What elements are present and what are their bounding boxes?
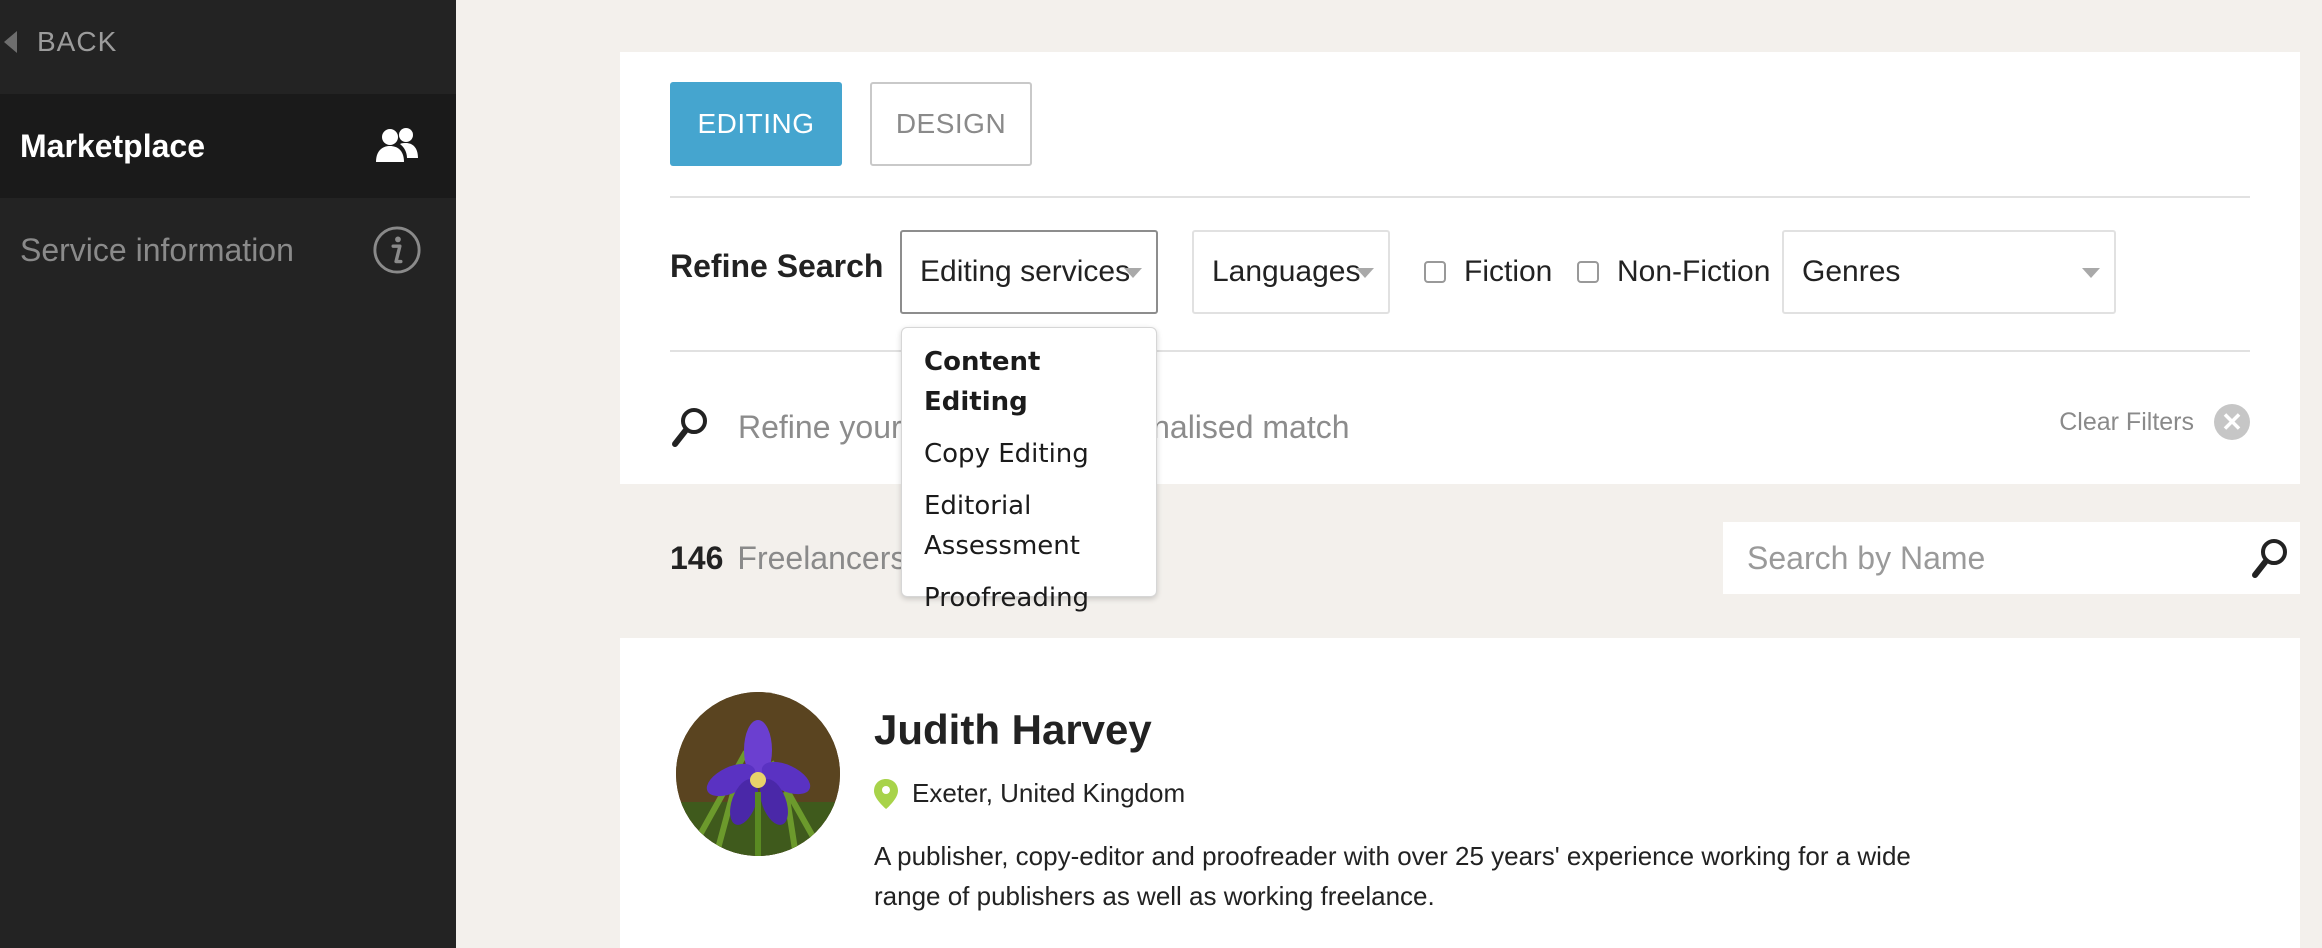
checkbox-box[interactable]: [1577, 261, 1599, 283]
checkbox-label: Non-Fiction: [1617, 255, 1771, 288]
languages-select[interactable]: Languages: [1192, 230, 1390, 314]
checkbox-box[interactable]: [1424, 261, 1446, 283]
checkbox-label: Fiction: [1464, 255, 1553, 288]
select-value: Genres: [1802, 255, 1901, 288]
search-icon[interactable]: [2250, 536, 2290, 580]
menu-item-copy-editing[interactable]: Copy Editing: [902, 434, 1156, 474]
select-value: Languages: [1212, 255, 1361, 288]
users-icon: [372, 121, 422, 171]
results-count-number: 146: [670, 540, 724, 576]
close-icon: ✕: [2214, 404, 2250, 440]
fiction-checkbox[interactable]: Fiction: [1424, 230, 1552, 314]
filter-panel: EDITING DESIGN Refine Search Editing ser…: [620, 52, 2300, 484]
tab-design[interactable]: DESIGN: [870, 82, 1032, 166]
editing-services-menu: Content Editing Copy Editing Editorial A…: [901, 327, 1157, 613]
freelancer-description: A publisher, copy-editor and proofreader…: [874, 841, 1911, 911]
sidebar: BACK Marketplace Service information: [0, 0, 456, 948]
divider: [670, 196, 2250, 198]
name-search-placeholder: Search by Name: [1747, 539, 1986, 576]
chevron-down-icon: [1124, 268, 1142, 278]
sidebar-item-label: Service information: [20, 231, 294, 268]
sidebar-item-service-information[interactable]: Service information: [0, 198, 456, 302]
back-label: BACK: [37, 26, 118, 57]
non-fiction-checkbox[interactable]: Non-Fiction: [1577, 230, 1770, 314]
clear-filters-label: Clear Filters: [2059, 407, 2194, 436]
location-label: Exeter, United Kingdom: [912, 778, 1186, 808]
search-placeholder-left: Refine your: [738, 408, 902, 445]
back-caret-icon: [4, 31, 17, 53]
search-icon: [670, 405, 710, 449]
search-by-name-input[interactable]: Search by Name: [1723, 522, 2300, 594]
genres-select[interactable]: Genres: [1782, 230, 2116, 314]
freelancer-name[interactable]: Judith Harvey: [874, 706, 1152, 754]
refine-search-label: Refine Search: [670, 248, 884, 284]
menu-item-editorial-assessment[interactable]: Editorial Assessment: [902, 486, 1102, 566]
avatar[interactable]: [676, 692, 840, 856]
clear-filters-button[interactable]: Clear Filters ✕: [2059, 404, 2250, 440]
sidebar-item-label: Marketplace: [20, 127, 205, 164]
sidebar-item-marketplace[interactable]: Marketplace: [0, 94, 456, 198]
freelancer-location: Exeter, United Kingdom: [874, 778, 1185, 809]
info-icon: [372, 225, 422, 275]
menu-item-proofreading[interactable]: Proofreading: [902, 578, 1156, 618]
back-link[interactable]: BACK: [0, 0, 456, 84]
location-pin-icon: [874, 778, 898, 809]
menu-item-content-editing[interactable]: Content Editing: [902, 342, 1156, 422]
chevron-down-icon: [1356, 268, 1374, 278]
chevron-down-icon: [2082, 268, 2100, 278]
editing-services-select[interactable]: Editing services: [900, 230, 1158, 314]
select-value: Editing services: [920, 255, 1131, 288]
results-count: 146 Freelancers: [670, 540, 906, 577]
tab-editing[interactable]: EDITING: [670, 82, 842, 166]
results-count-label: Freelancers: [737, 540, 907, 576]
freelancer-card[interactable]: Judith Harvey Exeter, United Kingdom A p…: [620, 638, 2300, 948]
